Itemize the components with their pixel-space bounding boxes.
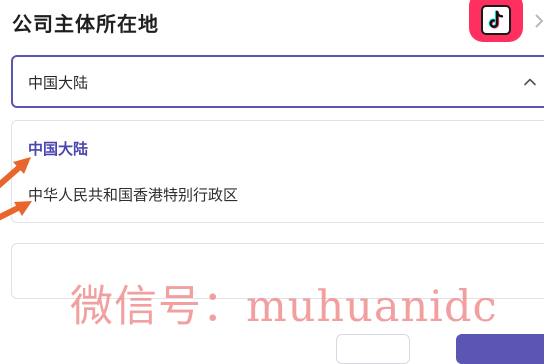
chevron-up-icon[interactable] <box>523 75 537 89</box>
confirm-button[interactable] <box>456 334 544 364</box>
option-mainland-china[interactable]: 中国大陆 <box>28 138 88 159</box>
option-hong-kong-sar[interactable]: 中华人民共和国香港特别行政区 <box>28 184 238 205</box>
watermark-text: 微信号：muhuanidc <box>70 282 498 332</box>
page-title: 公司主体所在地 <box>12 12 159 36</box>
location-dropdown-menu: 中国大陆 中华人民共和国香港特别行政区 <box>11 120 544 223</box>
company-location-select[interactable]: 中国大陆 <box>11 55 544 108</box>
cancel-button[interactable] <box>336 334 410 364</box>
chevron-right-icon[interactable] <box>532 6 544 36</box>
select-value: 中国大陆 <box>28 74 89 92</box>
tiktok-logo-icon <box>469 0 523 42</box>
